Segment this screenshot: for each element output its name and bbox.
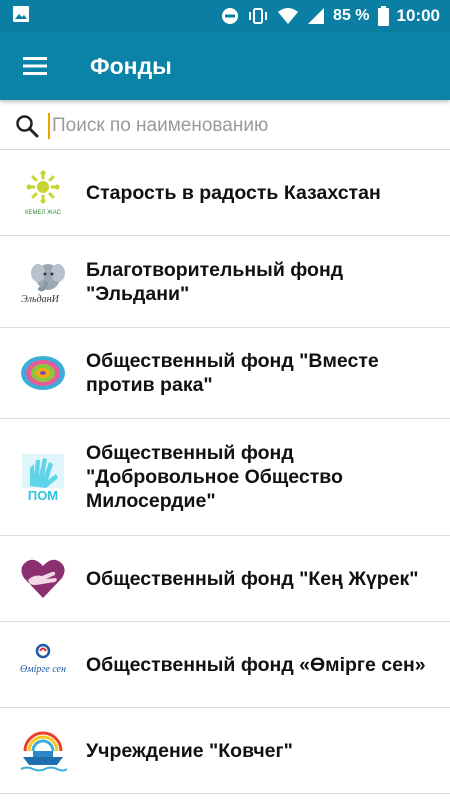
hamburger-menu-icon	[23, 57, 47, 75]
svg-text:КЕМЕЛ ЖАС: КЕМЕЛ ЖАС	[25, 210, 62, 216]
list-item-together-against-cancer[interactable]: Общественный фонд "Вместе против рака"	[0, 328, 450, 419]
menu-button[interactable]	[0, 32, 70, 100]
battery-percent: 85 %	[333, 7, 370, 24]
image-notification-icon	[12, 5, 30, 28]
battery-icon	[377, 6, 389, 26]
svg-text:Өмірге сен: Өмірге сен	[20, 664, 66, 675]
fund-name: Общественный фонд "Кең Жүрек"	[86, 567, 419, 590]
svg-text:ПОМ: ПОМ	[28, 488, 58, 502]
ken-zhurek-heart-logo	[0, 556, 86, 602]
list-item-omirge-sen[interactable]: Өмірге сен Общественный фонд «Өмірге сен…	[0, 622, 450, 708]
fund-name: Общественный фонд "Добровольное Общество…	[86, 442, 343, 512]
list-item-kemel-zhas[interactable]: КЕМЕЛ ЖАС Старость в радость Казахстан	[0, 150, 450, 236]
fund-name: Общественный фонд «Өмірге сен»	[86, 653, 426, 676]
fund-name: Благотворительный фонд "Эльдани"	[86, 258, 344, 305]
app-bar: Фонды	[0, 32, 450, 100]
omirge-sen-logo: Өмірге сен	[0, 642, 86, 688]
status-time: 10:00	[396, 6, 440, 25]
search-bar	[0, 102, 450, 150]
fund-name: Общественный фонд "Вместе против рака"	[86, 350, 379, 396]
miloserdie-hand-logo: ПОМ	[0, 452, 86, 502]
together-against-cancer-logo	[0, 353, 86, 393]
search-input[interactable]	[52, 114, 422, 137]
fund-name: Учреждение "Ковчег"	[86, 739, 293, 762]
list-item-miloserdie[interactable]: ПОМ Общественный фонд "Добровольное Обще…	[0, 419, 450, 536]
eldani-elephant-logo: ЭльданИ	[0, 259, 86, 305]
do-not-disturb-icon	[221, 7, 239, 25]
list-item-ken-zhurek[interactable]: Общественный фонд "Кең Жүрек"	[0, 536, 450, 622]
text-cursor	[48, 112, 50, 139]
kovcheg-ark-logo	[0, 729, 86, 773]
vibrate-icon	[247, 7, 269, 25]
list-item-eldani[interactable]: ЭльданИ Благотворительный фонд "Эльдани"	[0, 236, 450, 328]
search-icon[interactable]	[12, 111, 42, 141]
list-item-kovcheg[interactable]: Учреждение "Ковчег"	[0, 708, 450, 794]
wifi-icon	[277, 7, 299, 25]
status-bar: 85 % 10:00	[0, 0, 450, 32]
kemel-zhas-logo: КЕМЕЛ ЖАС	[0, 169, 86, 217]
svg-text:ЭльданИ: ЭльданИ	[21, 294, 59, 305]
fund-list: КЕМЕЛ ЖАС Старость в радость Казахстан Э…	[0, 150, 450, 794]
fund-name: Старость в радость Казахстан	[86, 181, 381, 204]
page-title: Фонды	[90, 52, 172, 79]
signal-icon	[307, 7, 325, 25]
